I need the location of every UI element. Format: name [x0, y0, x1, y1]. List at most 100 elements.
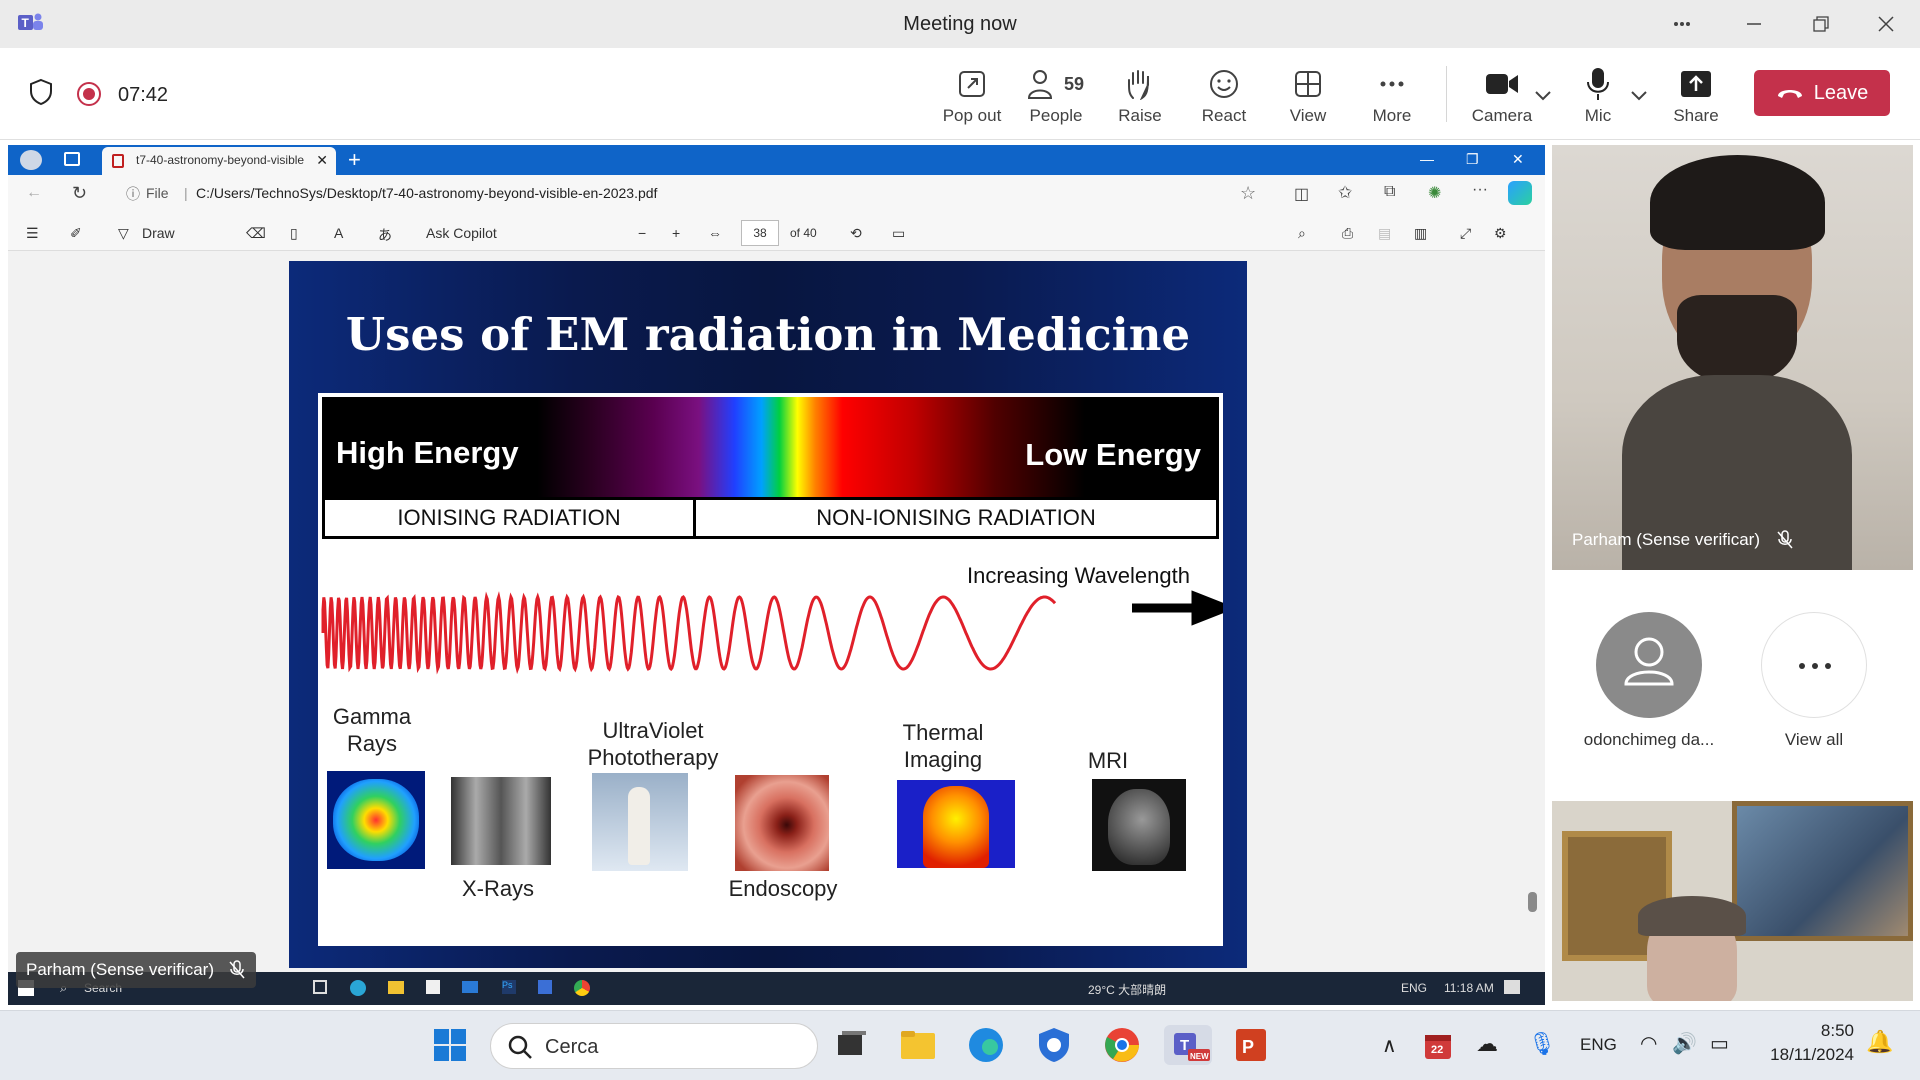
favorite-star-icon[interactable]: ☆	[1240, 183, 1256, 204]
view-button[interactable]: View	[1268, 62, 1348, 132]
more-button[interactable]: More	[1352, 62, 1432, 132]
browser-more-icon[interactable]: ···	[1472, 181, 1488, 199]
zoom-out-icon[interactable]: −	[638, 225, 646, 241]
raise-hand-button[interactable]: Raise	[1100, 62, 1180, 132]
show-hidden-icons-chevron-icon[interactable]: ∧	[1382, 1033, 1397, 1058]
split-screen-icon[interactable]: ◫	[1294, 184, 1309, 204]
camera-button[interactable]: Camera	[1462, 62, 1542, 132]
participant-hair	[1650, 155, 1825, 250]
favorites-icon[interactable]: ✩	[1338, 183, 1352, 203]
pop-out-button[interactable]: Pop out	[932, 62, 1012, 132]
inner-edge-icon	[350, 980, 366, 996]
raise-hand-icon	[1100, 62, 1180, 106]
uv-booth-image	[592, 773, 688, 871]
participant-avatar[interactable]	[1596, 612, 1702, 718]
view-all-button[interactable]	[1761, 612, 1867, 718]
edge-icon[interactable]	[966, 1025, 1006, 1065]
inner-chrome-icon	[574, 980, 590, 996]
address-input[interactable]: C:/Users/TechnoSys/Desktop/t7-40-astrono…	[196, 185, 657, 201]
volume-icon[interactable]: 🔊	[1672, 1031, 1697, 1056]
restore-icon[interactable]	[1800, 8, 1840, 40]
zoom-in-icon[interactable]: +	[672, 225, 680, 241]
page-number-input[interactable]: 38	[741, 220, 779, 246]
back-icon[interactable]: ←	[26, 184, 42, 202]
more-options-icon[interactable]	[1662, 8, 1702, 40]
share-button[interactable]: Share	[1656, 62, 1736, 132]
collections-icon[interactable]: ⧉	[1384, 183, 1395, 201]
browser-tab[interactable]: t7-40-astronomy-beyond-visible ✕	[102, 147, 336, 175]
save-icon[interactable]: ▤	[1378, 225, 1391, 242]
inner-store-icon	[426, 980, 440, 994]
draw-button[interactable]: Draw	[142, 225, 175, 241]
fullscreen-icon[interactable]: ⤢	[1460, 225, 1471, 242]
rotate-icon[interactable]: ⟲	[850, 225, 862, 242]
eraser-icon[interactable]: ⌫	[246, 225, 266, 242]
settings-gear-icon[interactable]: ⚙	[1494, 225, 1507, 242]
fit-page-icon[interactable]: ⇔	[708, 225, 722, 241]
participant-2-hair	[1638, 896, 1746, 936]
calendar-app-icon[interactable]: 22	[1422, 1029, 1456, 1063]
painting-right	[1732, 801, 1913, 941]
browser-close-icon[interactable]: ✕	[1512, 151, 1524, 168]
task-view-icon[interactable]	[830, 1025, 870, 1065]
text-box-icon[interactable]: ▯	[290, 225, 298, 242]
page-view-icon[interactable]: ▭	[892, 225, 905, 242]
high-energy-label: High Energy	[336, 435, 519, 470]
refresh-icon[interactable]: ↻	[72, 183, 87, 204]
file-explorer-icon[interactable]	[898, 1025, 938, 1065]
search-pdf-icon[interactable]: ⌕	[1298, 225, 1306, 242]
windows-start-icon[interactable]	[430, 1025, 470, 1065]
tray-lang[interactable]: ENG	[1580, 1035, 1617, 1055]
participant-name-tag: Parham (Sense verificar)	[1572, 530, 1794, 550]
thermal-label: Thermal Imaging	[902, 720, 984, 772]
pdf-scroll-thumb[interactable]	[1528, 892, 1537, 912]
participant-video-parham[interactable]: Parham (Sense verificar)	[1552, 145, 1913, 570]
app-shield-icon[interactable]	[1034, 1025, 1074, 1065]
powerpoint-icon[interactable]: P	[1230, 1025, 1270, 1065]
tab-actions-icon[interactable]	[64, 152, 80, 166]
print-icon[interactable]: ⎙	[1342, 225, 1353, 242]
close-tab-icon[interactable]: ✕	[316, 152, 328, 169]
wifi-icon[interactable]: ◠	[1640, 1031, 1657, 1056]
translate-icon[interactable]: あ	[378, 225, 392, 245]
ask-copilot-button[interactable]: Ask Copilot	[426, 225, 497, 241]
battery-icon[interactable]: ▭	[1710, 1031, 1729, 1056]
tray-time[interactable]: 8:50	[1752, 1021, 1854, 1041]
shield-icon[interactable]	[28, 78, 54, 106]
close-icon[interactable]	[1866, 8, 1906, 40]
info-icon[interactable]: ⓘ	[126, 184, 140, 204]
draw-icon[interactable]: ▽	[118, 225, 129, 242]
meeting-timer: 07:42	[118, 84, 169, 106]
copilot-icon[interactable]	[1508, 181, 1532, 205]
tray-date[interactable]: 18/11/2024	[1752, 1045, 1854, 1065]
tray-mic-icon[interactable]: 🎙	[1528, 1031, 1556, 1057]
profile-icon[interactable]	[20, 150, 42, 170]
taskbar-search-input[interactable]: Cerca	[490, 1023, 818, 1069]
mic-options-chevron-icon[interactable]	[1630, 90, 1648, 102]
read-aloud-icon[interactable]: A	[334, 225, 343, 241]
onedrive-offline-icon[interactable]: ☁	[1476, 1031, 1498, 1057]
leave-button[interactable]: Leave	[1754, 70, 1890, 116]
mri-label: MRI	[1087, 748, 1129, 773]
participant-video-2[interactable]	[1552, 801, 1913, 1001]
highlight-icon[interactable]: ✐	[70, 225, 82, 242]
camera-options-chevron-icon[interactable]	[1534, 90, 1552, 102]
save-as-icon[interactable]: ▥	[1414, 225, 1427, 242]
react-button[interactable]: React	[1184, 62, 1264, 132]
contents-icon[interactable]: ☰	[26, 225, 39, 242]
notification-bell-icon[interactable]: 🔔	[1866, 1029, 1893, 1055]
browser-restore-icon[interactable]: ❐	[1466, 151, 1479, 168]
people-button[interactable]: 59 People	[1016, 62, 1096, 132]
browser-minimize-icon[interactable]: —	[1420, 151, 1434, 167]
people-count: 59	[1063, 73, 1085, 94]
extension-icon[interactable]: ✺	[1428, 183, 1441, 203]
mic-button[interactable]: Mic	[1558, 62, 1638, 132]
minimize-icon[interactable]	[1734, 8, 1774, 40]
chrome-icon[interactable]	[1102, 1025, 1142, 1065]
pdf-scrollbar[interactable]	[1526, 251, 1545, 968]
address-separator: |	[184, 185, 188, 201]
inner-time: 11:18 AM	[1444, 981, 1494, 995]
new-tab-icon[interactable]: +	[348, 147, 361, 173]
teams-taskbar-icon[interactable]: T NEW	[1164, 1025, 1212, 1065]
uv-label: UltraViolet Phototherapy	[587, 718, 719, 770]
